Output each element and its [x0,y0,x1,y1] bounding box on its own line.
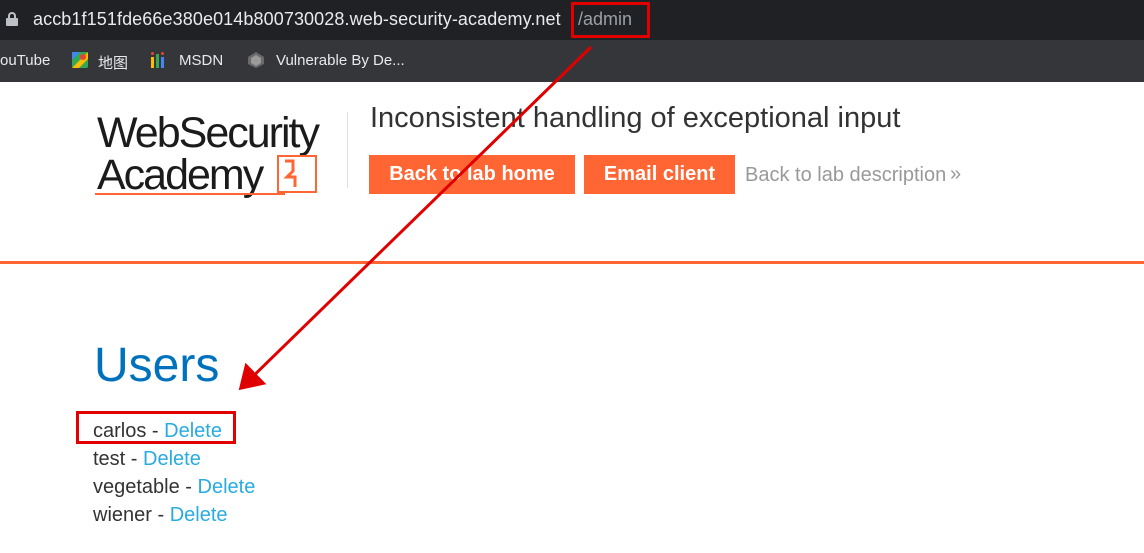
annotation-arrow [238,45,593,391]
